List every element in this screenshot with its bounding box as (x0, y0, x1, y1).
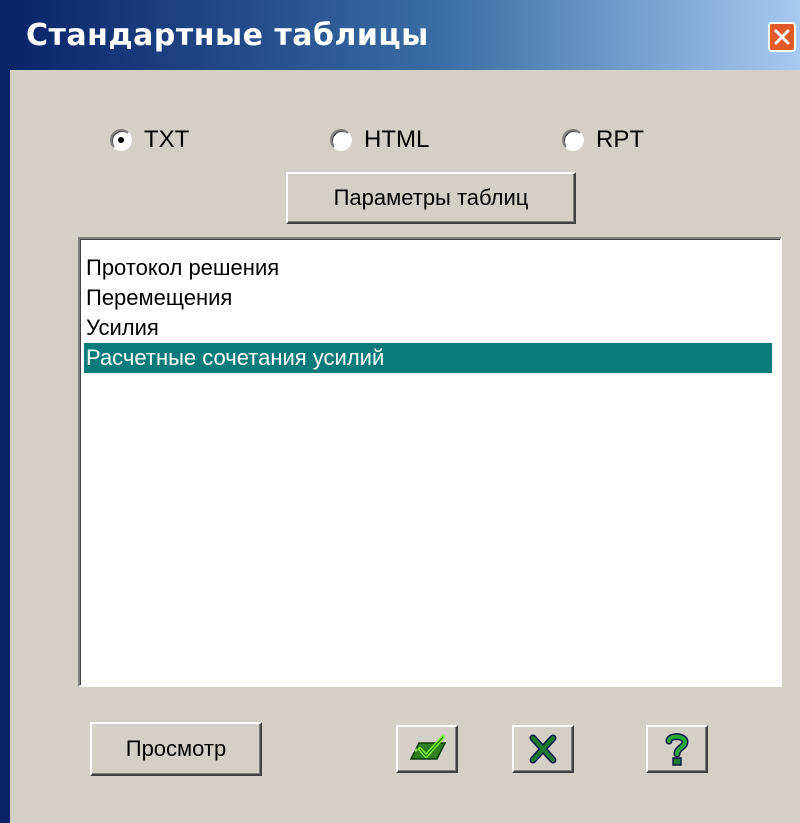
radio-button-rpt[interactable] (562, 129, 584, 151)
cancel-x-icon (529, 734, 557, 764)
radio-txt[interactable]: TXT (110, 124, 189, 156)
radio-button-txt[interactable] (110, 129, 132, 151)
table-parameters-button[interactable]: Параметры таблиц (286, 172, 576, 224)
radio-label-txt: TXT (144, 126, 190, 153)
close-icon (774, 29, 790, 45)
cancel-button[interactable] (512, 725, 574, 773)
radio-button-html[interactable] (330, 129, 352, 151)
preview-button[interactable]: Просмотр (90, 722, 262, 776)
list-item[interactable]: Протокол решения (84, 253, 772, 283)
help-question-icon (665, 733, 689, 766)
standard-tables-dialog: Стандартные таблицы TXT HTML RPT Парамет… (0, 0, 800, 823)
checkmark-icon (409, 735, 447, 760)
radio-label-html: HTML (364, 126, 430, 153)
help-button[interactable] (646, 725, 708, 773)
list-item-selected[interactable]: Расчетные сочетания усилий (84, 343, 772, 373)
list-item[interactable]: Перемещения (84, 283, 772, 313)
table-list[interactable]: Протокол решения Перемещения Усилия Расч… (78, 237, 782, 687)
radio-label-rpt: RPT (596, 126, 644, 153)
radio-rpt[interactable]: RPT (562, 124, 644, 156)
close-button[interactable] (768, 22, 796, 52)
ok-button[interactable] (396, 725, 458, 773)
radio-html[interactable]: HTML (330, 124, 429, 156)
list-item[interactable]: Усилия (84, 313, 772, 343)
title-bar[interactable]: Стандартные таблицы (10, 0, 800, 70)
window-title: Стандартные таблицы (26, 18, 429, 53)
